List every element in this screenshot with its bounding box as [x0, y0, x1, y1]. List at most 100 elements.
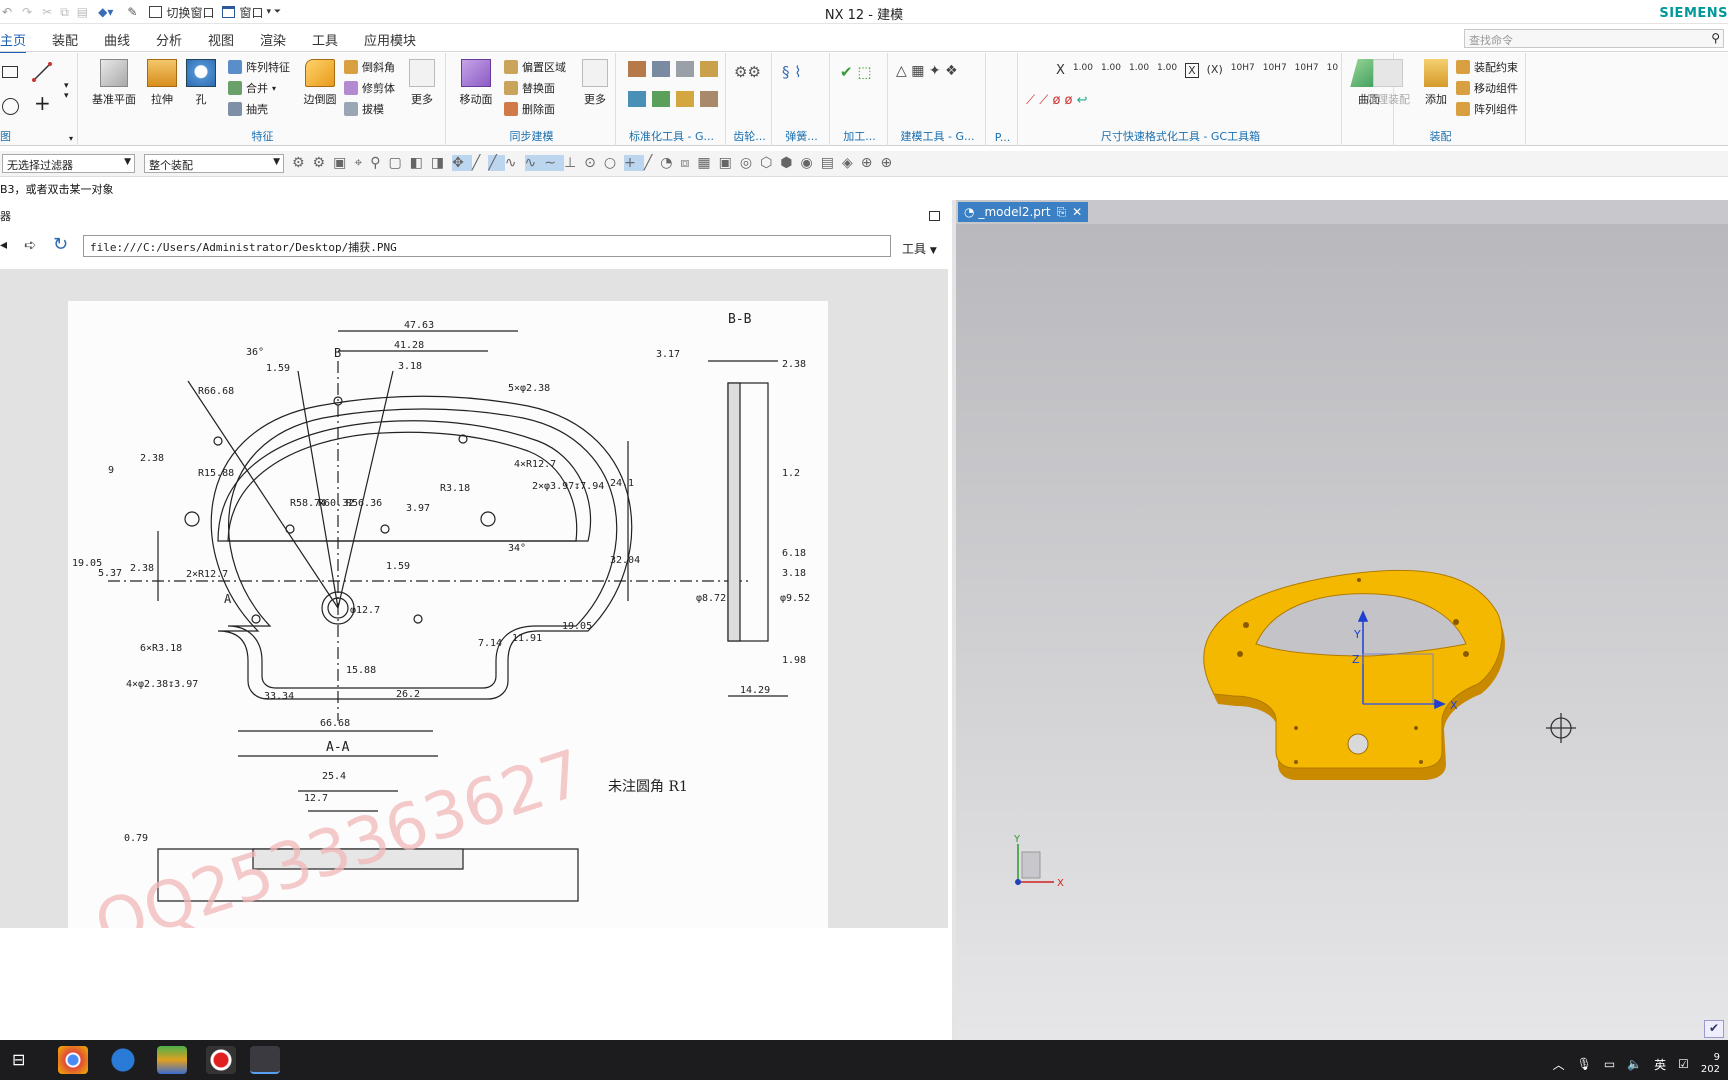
- unite-button[interactable]: 合并 ▾: [228, 80, 276, 96]
- dim-label: 14.29: [740, 685, 770, 696]
- assembly-constraint-button[interactable]: 装配约束: [1456, 59, 1518, 75]
- tol-format-4[interactable]: 10: [1327, 63, 1338, 78]
- microphone-icon[interactable]: 🎙: [1577, 1057, 1592, 1071]
- clock[interactable]: 9 202: [1701, 1052, 1720, 1076]
- tool-icon[interactable]: [628, 61, 646, 77]
- extrude-label: 拉伸: [151, 93, 173, 106]
- recorder-icon[interactable]: [206, 1046, 236, 1074]
- tool-icon[interactable]: [628, 91, 646, 107]
- tab-application[interactable]: 应用模块: [364, 30, 416, 49]
- edge-blend-icon: [305, 59, 335, 87]
- tol-format-2[interactable]: 10H7: [1263, 63, 1287, 78]
- snap-toolbar[interactable]: ⚙⚙▣⌖⚲▢◧◨✥╱╱∿∿∼⊥⊙○+╱◔⧈▦▣◎⬡⬢◉▤◈⊕⊕: [292, 155, 900, 171]
- chevron-up-icon[interactable]: ︿: [1553, 1056, 1565, 1073]
- tol-format-3[interactable]: 10H7: [1295, 63, 1319, 78]
- notification-icon[interactable]: ☑: [1678, 1057, 1689, 1071]
- assembly-scope-select[interactable]: 整个装配 ▼: [144, 154, 284, 173]
- draft-button[interactable]: 拔模: [344, 101, 384, 117]
- back-icon[interactable]: ◂: [0, 237, 7, 253]
- pattern-feature-label: 阵列特征: [246, 61, 290, 74]
- url-input[interactable]: file:///C:/Users/Administrator/Desktop/捕…: [83, 235, 891, 257]
- dimension-edit-icons[interactable]: ⟋ ⟋ ø ø ↩: [1026, 93, 1088, 108]
- more-icon: [582, 59, 608, 87]
- extrude-button[interactable]: 拉伸: [142, 59, 182, 107]
- nx-app-icon[interactable]: [250, 1046, 280, 1074]
- paren-x-icon[interactable]: (X): [1207, 63, 1223, 78]
- tool-icon[interactable]: [676, 61, 694, 77]
- trim-body-button[interactable]: 修剪体: [344, 80, 395, 96]
- boxed-x-icon[interactable]: X: [1185, 63, 1199, 78]
- forward-icon[interactable]: ➪: [24, 236, 37, 254]
- dim-format-1[interactable]: 1.00: [1073, 63, 1093, 78]
- dim-format-3[interactable]: 1.00: [1129, 63, 1149, 78]
- circle-icon[interactable]: [2, 98, 19, 115]
- dim-format-4[interactable]: 1.00: [1157, 63, 1177, 78]
- group-expand-icon[interactable]: ▾: [69, 134, 73, 143]
- dimension-format-icons[interactable]: X 1.00 1.00 1.00 1.00 X (X) 10H7 10H7 10…: [1056, 63, 1338, 78]
- tool-icon[interactable]: [676, 91, 694, 107]
- sketch-more-icon[interactable]: ▾ ▾: [64, 81, 69, 101]
- modeling-tools-icons[interactable]: △ ▦ ✦ ❖: [896, 63, 958, 79]
- maximize-icon[interactable]: [929, 211, 940, 221]
- delete-face-button[interactable]: 删除面: [504, 101, 555, 117]
- chrome-icon[interactable]: [58, 1046, 88, 1074]
- dim-label: R15.88: [198, 468, 234, 479]
- spring-icon[interactable]: § ⌇: [782, 63, 802, 81]
- feature-more-button[interactable]: 更多: [404, 59, 440, 107]
- tab-model-part[interactable]: ◔ _model2.prt ⎘ ✕: [958, 202, 1089, 222]
- tab-analysis[interactable]: 分析: [156, 30, 182, 49]
- 3d-viewport[interactable]: X Y Z X Y ✔: [956, 224, 1728, 1040]
- datum-plane-button[interactable]: 基准平面: [88, 59, 140, 107]
- tab-curve[interactable]: 曲线: [104, 30, 130, 49]
- tool-icon[interactable]: [700, 91, 718, 107]
- line-icon[interactable]: [32, 62, 52, 82]
- close-icon[interactable]: ✕: [1072, 205, 1082, 219]
- selection-filter-select[interactable]: 无选择过滤器 ▼: [2, 154, 135, 173]
- hole-button[interactable]: 孔: [184, 59, 218, 107]
- task-view-icon[interactable]: ⊟: [12, 1050, 25, 1069]
- network-icon[interactable]: ▭: [1604, 1057, 1615, 1071]
- viewport-corner-icon[interactable]: ✔: [1704, 1020, 1724, 1038]
- refresh-icon[interactable]: ↻: [53, 234, 68, 255]
- shell-button[interactable]: 抽壳: [228, 101, 268, 117]
- search-icon[interactable]: ⚲: [1711, 31, 1720, 45]
- tool-icon[interactable]: [700, 61, 718, 77]
- tol-format-1[interactable]: 10H7: [1231, 63, 1255, 78]
- tab-assembly[interactable]: 装配: [52, 30, 78, 49]
- chamfer-icon: [344, 60, 358, 74]
- feishu-icon[interactable]: [108, 1046, 138, 1074]
- chamfer-button[interactable]: 倒斜角: [344, 59, 395, 75]
- datum-plane-label: 基准平面: [92, 93, 136, 106]
- sync-more-button[interactable]: 更多: [578, 59, 612, 107]
- move-component-button[interactable]: 移动组件: [1456, 80, 1518, 96]
- move-face-button[interactable]: 移动面: [458, 59, 494, 107]
- tools-menu[interactable]: 工具 ▼: [902, 240, 937, 257]
- point-icon[interactable]: +: [34, 93, 51, 113]
- pattern-component-button[interactable]: 阵列组件: [1456, 101, 1518, 117]
- tool-icon[interactable]: [652, 91, 670, 107]
- machining-icon[interactable]: ✔ ⬚: [840, 63, 872, 81]
- tool-icon[interactable]: [652, 61, 670, 77]
- replace-face-button[interactable]: 替换面: [504, 80, 555, 96]
- ime-indicator[interactable]: 英: [1654, 1056, 1666, 1073]
- add-component-button[interactable]: 添加: [1418, 59, 1454, 107]
- dim-format-2[interactable]: 1.00: [1101, 63, 1121, 78]
- tab-home[interactable]: 主页: [0, 30, 27, 54]
- process-assembly-button[interactable]: 处理装配: [1360, 59, 1416, 107]
- gear-icon[interactable]: ⚙⚙: [734, 63, 761, 81]
- std-tool-icons[interactable]: [628, 61, 718, 111]
- dim-label: 6.18: [782, 548, 806, 559]
- edge-blend-button[interactable]: 边倒圆: [298, 59, 342, 107]
- rectangle-icon[interactable]: [2, 66, 18, 78]
- pattern-feature-button[interactable]: 阵列特征: [228, 59, 290, 75]
- clear-icon[interactable]: X: [1056, 63, 1065, 78]
- dim-label: 24.1: [610, 478, 634, 489]
- layers-app-icon[interactable]: [157, 1046, 187, 1074]
- offset-region-button[interactable]: 偏置区域: [504, 59, 566, 75]
- tab-tools[interactable]: 工具: [312, 30, 338, 49]
- tab-render[interactable]: 渲染: [260, 30, 286, 49]
- part-model[interactable]: [1203, 569, 1505, 780]
- command-search-input[interactable]: 查找命令: [1464, 29, 1724, 48]
- volume-icon[interactable]: 🔈: [1627, 1057, 1642, 1071]
- tab-view[interactable]: 视图: [208, 30, 234, 49]
